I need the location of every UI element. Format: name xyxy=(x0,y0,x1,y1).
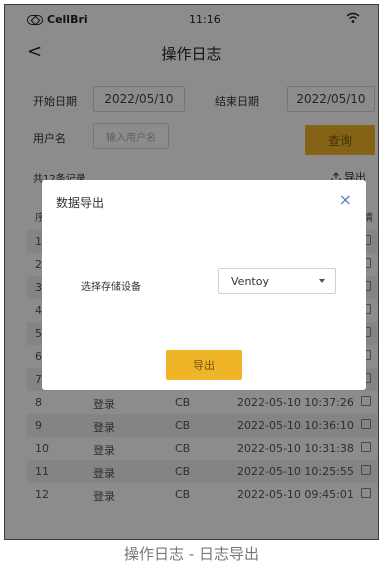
dialog-export-button[interactable]: 导出 xyxy=(166,350,242,380)
close-icon[interactable]: × xyxy=(339,190,352,209)
storage-device-select[interactable]: Ventoy xyxy=(218,268,336,294)
export-dialog: 数据导出 × 选择存储设备 Ventoy 导出 xyxy=(42,180,366,390)
storage-device-label: 选择存储设备 xyxy=(81,282,141,293)
figure-caption: 操作日志 - 日志导出 xyxy=(124,545,259,563)
chevron-down-icon xyxy=(319,279,325,283)
dialog-title: 数据导出 xyxy=(56,196,105,210)
phone-screen: CellBri 11:16 < 操作日志 开始日期 2022/05/10 结束日… xyxy=(4,4,379,540)
storage-device-value: Ventoy xyxy=(231,274,269,288)
